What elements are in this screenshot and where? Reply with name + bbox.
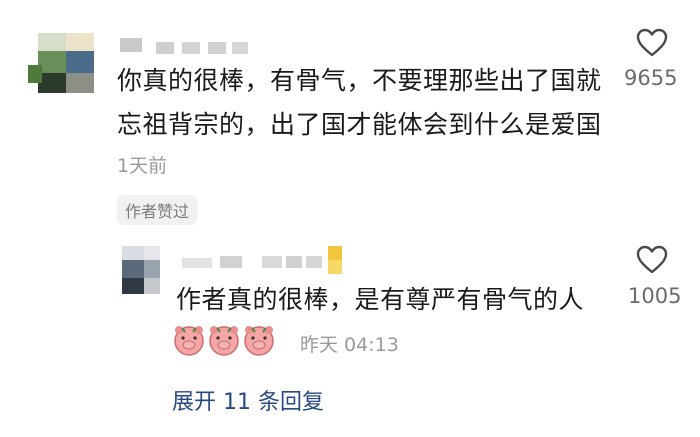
username-redacted[interactable] [120, 38, 250, 60]
heart-icon [636, 245, 668, 274]
redaction-block [328, 246, 342, 260]
avatar-pixel [122, 260, 144, 278]
avatar-pixel [66, 73, 94, 93]
redaction-block [328, 260, 342, 274]
redaction-block [156, 42, 174, 54]
redaction-block [220, 256, 242, 268]
pig-emoji-icon [207, 323, 241, 357]
expand-replies-link[interactable]: 展开 11 条回复 [172, 384, 324, 416]
avatar-pixel [38, 33, 66, 51]
avatar-pixel [38, 51, 66, 73]
avatar-pixel [144, 260, 160, 278]
redaction-block [182, 258, 212, 268]
avatar-pixel [144, 246, 160, 260]
comment-avatar[interactable] [22, 25, 102, 95]
avatar-pixel [38, 73, 66, 93]
comment-text-line: 你真的很棒，有骨气，不要理那些出了国就 [117, 66, 602, 95]
heart-icon [636, 28, 668, 57]
reply-text: 作者真的很棒，是有尊严有骨气的人 [176, 285, 585, 314]
author-liked-badge: 作者赞过 [117, 195, 198, 225]
reply-time: 昨天 04:13 [300, 334, 399, 356]
avatar-pixel [28, 65, 42, 83]
avatar-pixel [122, 246, 144, 260]
redaction-block [286, 256, 302, 268]
redaction-block [262, 256, 282, 268]
redaction-block [208, 42, 226, 54]
redaction-block [120, 38, 142, 52]
redaction-block [182, 42, 200, 54]
like-count: 9655 [624, 66, 678, 90]
reply-like-button[interactable] [636, 245, 672, 277]
pig-emoji-icon [242, 323, 276, 357]
like-button[interactable] [636, 28, 672, 60]
avatar-pixel [144, 278, 160, 294]
avatar-pixel [66, 51, 94, 73]
redaction-block [232, 42, 248, 54]
comment-time: 1天前 [117, 155, 168, 177]
redaction-block [306, 256, 322, 268]
pig-emoji-icon [172, 323, 206, 357]
emoji-row [172, 323, 282, 359]
comment-text-line: 忘祖背宗的，出了国才能体会到什么是爱国 [117, 110, 602, 139]
reply-avatar[interactable] [118, 246, 168, 296]
reply-like-count: 1005 [628, 284, 682, 308]
avatar-pixel [122, 278, 144, 294]
avatar-pixel [66, 33, 94, 51]
comment-text: 你真的很棒，有骨气，不要理那些出了国就 忘祖背宗的，出了国才能体会到什么是爱国 [117, 59, 617, 147]
